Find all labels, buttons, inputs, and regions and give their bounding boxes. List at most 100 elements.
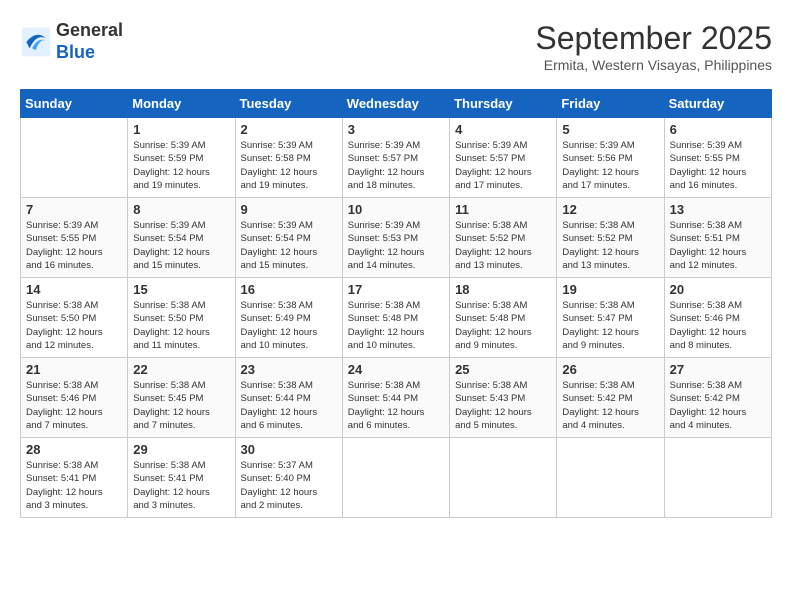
- calendar-cell: 30Sunrise: 5:37 AM Sunset: 5:40 PM Dayli…: [235, 438, 342, 518]
- day-number: 30: [241, 442, 337, 457]
- calendar-cell: 18Sunrise: 5:38 AM Sunset: 5:48 PM Dayli…: [450, 278, 557, 358]
- cell-info: Sunrise: 5:38 AM Sunset: 5:49 PM Dayligh…: [241, 299, 337, 352]
- calendar-cell: 29Sunrise: 5:38 AM Sunset: 5:41 PM Dayli…: [128, 438, 235, 518]
- cell-info: Sunrise: 5:38 AM Sunset: 5:45 PM Dayligh…: [133, 379, 229, 432]
- day-number: 18: [455, 282, 551, 297]
- col-header-thursday: Thursday: [450, 90, 557, 118]
- cell-info: Sunrise: 5:39 AM Sunset: 5:57 PM Dayligh…: [455, 139, 551, 192]
- calendar-cell: 2Sunrise: 5:39 AM Sunset: 5:58 PM Daylig…: [235, 118, 342, 198]
- day-number: 25: [455, 362, 551, 377]
- day-number: 2: [241, 122, 337, 137]
- cell-info: Sunrise: 5:39 AM Sunset: 5:54 PM Dayligh…: [133, 219, 229, 272]
- calendar-cell: 7 Sunrise: 5:39 AM Sunset: 5:55 PM Daylig…: [21, 198, 128, 278]
- cell-info: Sunrise: 5:38 AM Sunset: 5:44 PM Dayligh…: [241, 379, 337, 432]
- logo: General Blue: [20, 20, 123, 63]
- col-header-monday: Monday: [128, 90, 235, 118]
- col-header-sunday: Sunday: [21, 90, 128, 118]
- calendar-cell: 23 Sunrise: 5:38 AM Sunset: 5:44 PM Dayli…: [235, 358, 342, 438]
- calendar-cell: 15 Sunrise: 5:38 AM Sunset: 5:50 PM Dayli…: [128, 278, 235, 358]
- day-number: 1: [133, 122, 229, 137]
- cell-info: Sunrise: 5:38 AM Sunset: 5:52 PM Dayligh…: [562, 219, 658, 272]
- calendar-table: SundayMondayTuesdayWednesdayThursdayFrid…: [20, 89, 772, 518]
- calendar-cell: 1 Sunrise: 5:39 AM Sunset: 5:59 PM Daylig…: [128, 118, 235, 198]
- cell-info: Sunrise: 5:38 AM Sunset: 5:48 PM Dayligh…: [348, 299, 444, 352]
- col-header-friday: Friday: [557, 90, 664, 118]
- calendar-cell: [342, 438, 449, 518]
- week-row-3: 14 Sunrise: 5:38 AM Sunset: 5:50 PM Dayli…: [21, 278, 772, 358]
- calendar-cell: 8 Sunrise: 5:39 AM Sunset: 5:54 PM Daylig…: [128, 198, 235, 278]
- logo-text: General Blue: [56, 20, 123, 63]
- col-header-tuesday: Tuesday: [235, 90, 342, 118]
- page-header: General Blue September 2025 Ermita, West…: [20, 20, 772, 73]
- calendar-cell: 19 Sunrise: 5:38 AM Sunset: 5:47 PM Dayli…: [557, 278, 664, 358]
- general-blue-icon: [20, 26, 52, 58]
- calendar-cell: 24 Sunrise: 5:38 AM Sunset: 5:44 PM Dayli…: [342, 358, 449, 438]
- cell-info: Sunrise: 5:39 AM Sunset: 5:59 PM Dayligh…: [133, 139, 229, 192]
- cell-info: Sunrise: 5:38 AM Sunset: 5:43 PM Dayligh…: [455, 379, 551, 432]
- col-header-wednesday: Wednesday: [342, 90, 449, 118]
- calendar-cell: 25 Sunrise: 5:38 AM Sunset: 5:43 PM Dayli…: [450, 358, 557, 438]
- cell-info: Sunrise: 5:38 AM Sunset: 5:46 PM Dayligh…: [26, 379, 122, 432]
- calendar-cell: 22 Sunrise: 5:38 AM Sunset: 5:45 PM Dayli…: [128, 358, 235, 438]
- cell-info: Sunrise: 5:39 AM Sunset: 5:54 PM Dayligh…: [241, 219, 337, 272]
- calendar-cell: 3 Sunrise: 5:39 AM Sunset: 5:57 PM Daylig…: [342, 118, 449, 198]
- month-title: September 2025: [535, 20, 772, 57]
- calendar-cell: [664, 438, 771, 518]
- cell-info: Sunrise: 5:39 AM Sunset: 5:55 PM Dayligh…: [26, 219, 122, 272]
- calendar-cell: 4 Sunrise: 5:39 AM Sunset: 5:57 PM Daylig…: [450, 118, 557, 198]
- day-number: 11: [455, 202, 551, 217]
- day-number: 17: [348, 282, 444, 297]
- cell-info: Sunrise: 5:38 AM Sunset: 5:47 PM Dayligh…: [562, 299, 658, 352]
- day-number: 19: [562, 282, 658, 297]
- cell-info: Sunrise: 5:39 AM Sunset: 5:53 PM Dayligh…: [348, 219, 444, 272]
- day-number: 7: [26, 202, 122, 217]
- day-number: 28: [26, 442, 122, 457]
- calendar-cell: 17 Sunrise: 5:38 AM Sunset: 5:48 PM Dayli…: [342, 278, 449, 358]
- calendar-cell: 11 Sunrise: 5:38 AM Sunset: 5:52 PM Dayli…: [450, 198, 557, 278]
- calendar-cell: [557, 438, 664, 518]
- calendar-cell: 14 Sunrise: 5:38 AM Sunset: 5:50 PM Dayli…: [21, 278, 128, 358]
- calendar-cell: 21Sunrise: 5:38 AM Sunset: 5:46 PM Dayli…: [21, 358, 128, 438]
- day-number: 6: [670, 122, 766, 137]
- location-subtitle: Ermita, Western Visayas, Philippines: [535, 57, 772, 73]
- calendar-cell: 26Sunrise: 5:38 AM Sunset: 5:42 PM Dayli…: [557, 358, 664, 438]
- calendar-cell: [450, 438, 557, 518]
- calendar-cell: 12 Sunrise: 5:38 AM Sunset: 5:52 PM Dayli…: [557, 198, 664, 278]
- week-row-1: 1 Sunrise: 5:39 AM Sunset: 5:59 PM Daylig…: [21, 118, 772, 198]
- col-header-saturday: Saturday: [664, 90, 771, 118]
- cell-info: Sunrise: 5:38 AM Sunset: 5:44 PM Dayligh…: [348, 379, 444, 432]
- day-number: 15: [133, 282, 229, 297]
- cell-info: Sunrise: 5:38 AM Sunset: 5:46 PM Dayligh…: [670, 299, 766, 352]
- calendar-cell: [21, 118, 128, 198]
- cell-info: Sunrise: 5:38 AM Sunset: 5:41 PM Dayligh…: [26, 459, 122, 512]
- day-number: 24: [348, 362, 444, 377]
- day-number: 8: [133, 202, 229, 217]
- cell-info: Sunrise: 5:38 AM Sunset: 5:51 PM Dayligh…: [670, 219, 766, 272]
- day-number: 5: [562, 122, 658, 137]
- calendar-cell: 28 Sunrise: 5:38 AM Sunset: 5:41 PM Dayli…: [21, 438, 128, 518]
- day-number: 12: [562, 202, 658, 217]
- calendar-cell: 20 Sunrise: 5:38 AM Sunset: 5:46 PM Dayli…: [664, 278, 771, 358]
- day-number: 22: [133, 362, 229, 377]
- title-block: September 2025 Ermita, Western Visayas, …: [535, 20, 772, 73]
- cell-info: Sunrise: 5:38 AM Sunset: 5:50 PM Dayligh…: [133, 299, 229, 352]
- calendar-cell: 13 Sunrise: 5:38 AM Sunset: 5:51 PM Dayli…: [664, 198, 771, 278]
- calendar-cell: 5 Sunrise: 5:39 AM Sunset: 5:56 PM Daylig…: [557, 118, 664, 198]
- day-number: 14: [26, 282, 122, 297]
- cell-info: Sunrise: 5:39 AM Sunset: 5:57 PM Dayligh…: [348, 139, 444, 192]
- cell-info: Sunrise: 5:38 AM Sunset: 5:50 PM Dayligh…: [26, 299, 122, 352]
- cell-info: Sunrise: 5:39 AM Sunset: 5:56 PM Dayligh…: [562, 139, 658, 192]
- calendar-cell: 16 Sunrise: 5:38 AM Sunset: 5:49 PM Dayli…: [235, 278, 342, 358]
- cell-info: Sunrise: 5:38 AM Sunset: 5:52 PM Dayligh…: [455, 219, 551, 272]
- calendar-cell: 9Sunrise: 5:39 AM Sunset: 5:54 PM Daylig…: [235, 198, 342, 278]
- cell-info: Sunrise: 5:39 AM Sunset: 5:55 PM Dayligh…: [670, 139, 766, 192]
- cell-info: Sunrise: 5:38 AM Sunset: 5:42 PM Dayligh…: [562, 379, 658, 432]
- day-number: 13: [670, 202, 766, 217]
- header-row: SundayMondayTuesdayWednesdayThursdayFrid…: [21, 90, 772, 118]
- day-number: 4: [455, 122, 551, 137]
- day-number: 16: [241, 282, 337, 297]
- day-number: 3: [348, 122, 444, 137]
- day-number: 20: [670, 282, 766, 297]
- week-row-2: 7 Sunrise: 5:39 AM Sunset: 5:55 PM Daylig…: [21, 198, 772, 278]
- day-number: 23: [241, 362, 337, 377]
